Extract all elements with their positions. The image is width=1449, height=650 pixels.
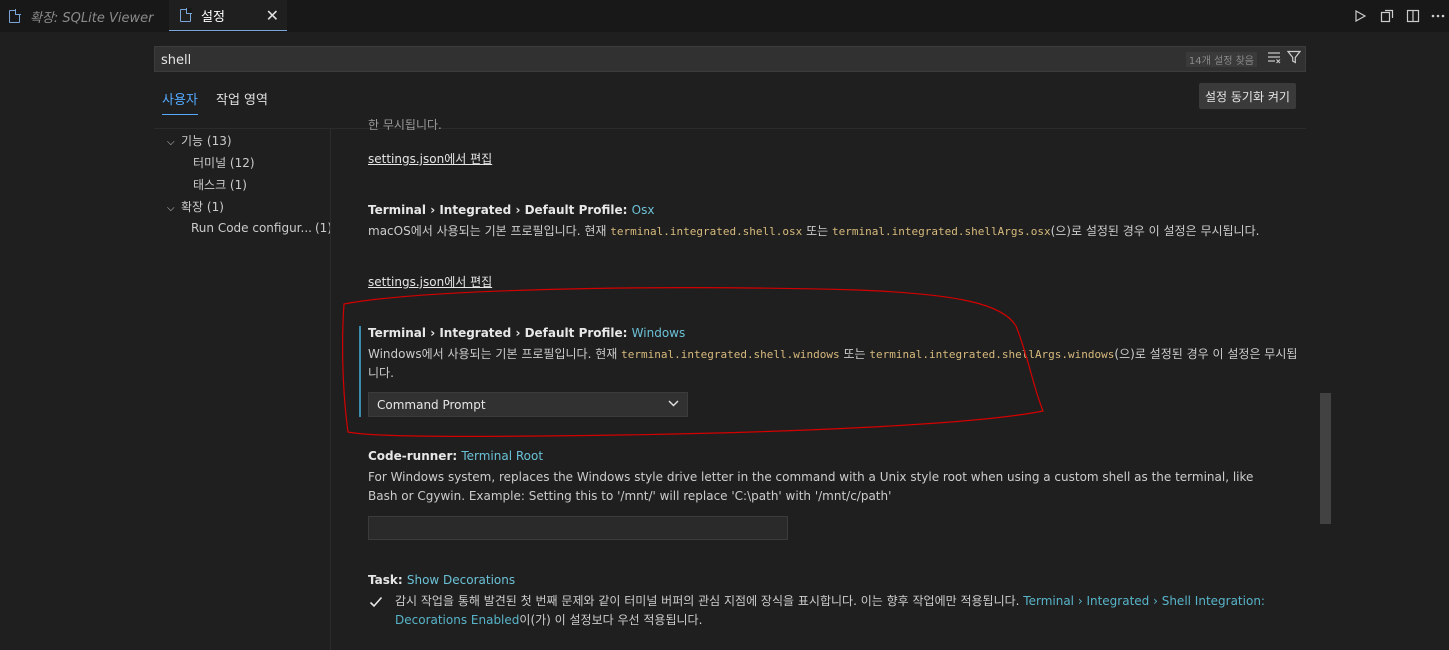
close-icon[interactable]: ✕ [266, 6, 279, 25]
terminal-root-input[interactable] [368, 516, 788, 540]
toc-item-tasks[interactable]: 태스크 (1) [193, 176, 247, 193]
setting-description-osx: macOS에서 사용되는 기본 프로필입니다. 현재 terminal.inte… [368, 224, 1260, 238]
settings-search-input[interactable] [159, 47, 1063, 73]
chevron-down-icon: ⌵ [167, 137, 175, 148]
tab-settings[interactable]: 설정 ✕ [169, 0, 287, 31]
file-icon [180, 7, 192, 22]
toc-item-terminal[interactable]: 터미널 (12) [193, 154, 255, 171]
tab-label: 확장: SQLite Viewer [30, 10, 154, 26]
open-json-icon[interactable] [1379, 8, 1395, 24]
setting-title-code-runner: Code-runner: Terminal Root [368, 449, 544, 463]
chevron-down-icon: ⌵ [167, 203, 175, 214]
edit-in-settings-json-link[interactable]: settings.json에서 편집 [368, 150, 492, 167]
setting-description-code-runner: For Windows system, replaces the Windows… [368, 470, 1254, 503]
setting-title-task: Task: Show Decorations [368, 573, 516, 587]
tab-sqlite-viewer[interactable]: 확장: SQLite Viewer [9, 0, 159, 32]
toc-item-run-code[interactable]: Run Code configur... [191, 221, 312, 235]
setting-title-osx: Terminal › Integrated › Default Profile:… [368, 203, 655, 217]
red-annotation-circle [341, 287, 1044, 437]
file-icon [9, 8, 21, 23]
more-icon[interactable] [1430, 8, 1446, 24]
tab-user-settings[interactable]: 사용자 [162, 89, 198, 115]
toc-item-extensions[interactable]: ⌵ 확장 (1) [167, 198, 224, 215]
toc-divider [330, 129, 331, 650]
toc-item-features[interactable]: ⌵ 기능 (13) [167, 132, 232, 149]
scrollbar-thumb[interactable] [1320, 393, 1331, 524]
search-result-count: 14개 설정 찾음 [1185, 52, 1257, 67]
filter-icon[interactable] [1286, 50, 1302, 68]
show-decorations-checkbox[interactable] [368, 594, 384, 610]
tab-workspace-settings[interactable]: 작업 영역 [216, 89, 268, 108]
clear-filter-icon[interactable] [1267, 50, 1281, 68]
tab-label: 설정 [201, 9, 225, 25]
split-editor-icon[interactable] [1405, 8, 1421, 24]
setting-description-task: 감시 작업을 통해 발견된 첫 번째 문제와 같이 터미널 버퍼의 관심 지점에… [395, 594, 1265, 627]
settings-search-box: 14개 설정 찾음 [154, 46, 1306, 73]
run-icon[interactable] [1352, 8, 1368, 24]
partial-description: 한 무시됩니다. [368, 118, 442, 130]
settings-sync-button[interactable]: 설정 동기화 켜기 [1199, 83, 1296, 109]
